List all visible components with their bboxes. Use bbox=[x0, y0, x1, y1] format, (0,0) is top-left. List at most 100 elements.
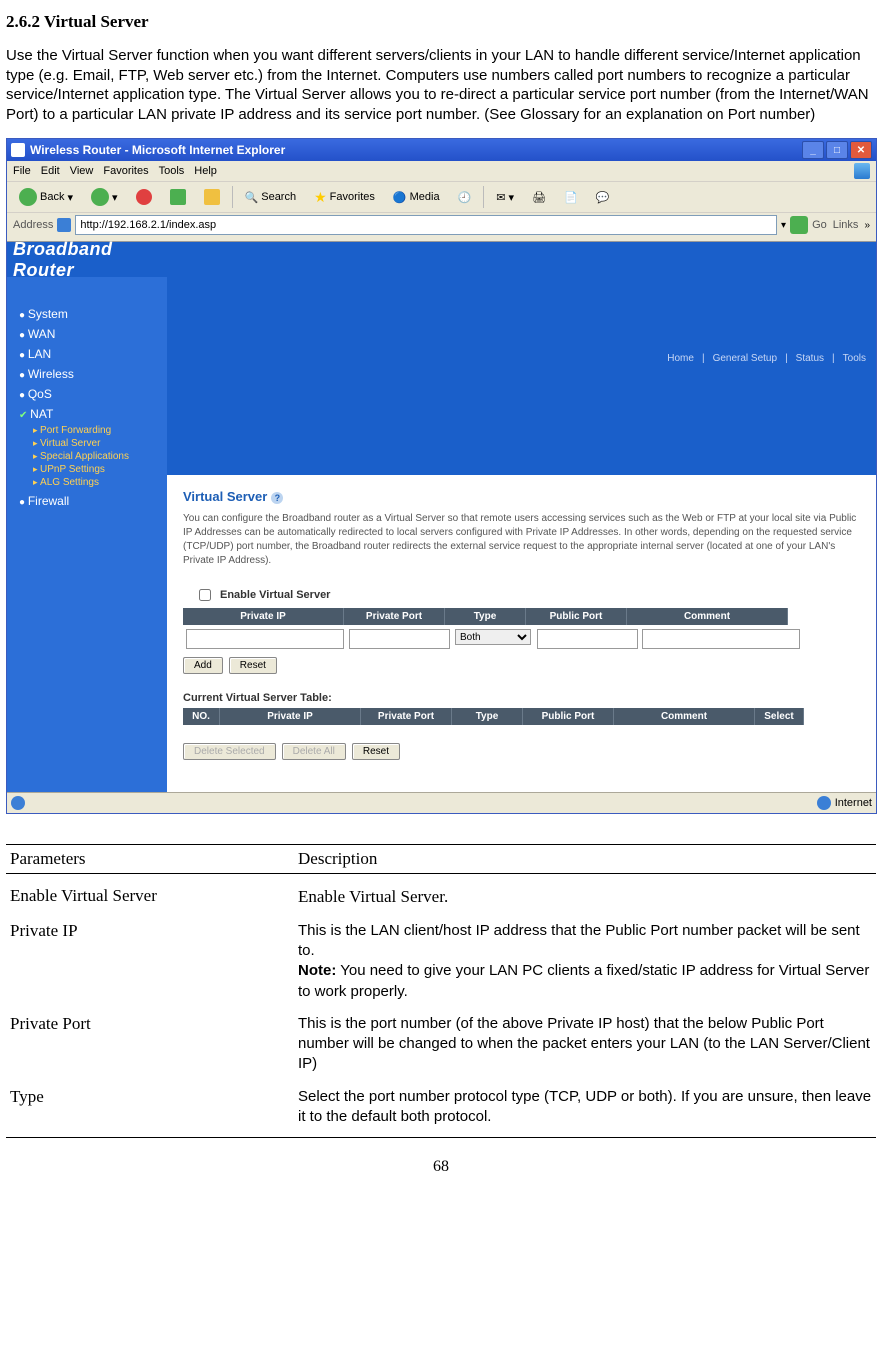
toplink-general-setup[interactable]: General Setup bbox=[713, 353, 778, 364]
ie-small-icon bbox=[11, 796, 25, 810]
hdr2-type: Type bbox=[452, 708, 523, 725]
hdr2-no: NO. bbox=[183, 708, 220, 725]
hdr2-public-port: Public Port bbox=[523, 708, 614, 725]
enable-virtual-server-checkbox[interactable] bbox=[199, 589, 211, 601]
refresh-button[interactable] bbox=[164, 187, 192, 207]
page-number: 68 bbox=[6, 1158, 876, 1176]
page-heading: Virtual Server? bbox=[183, 489, 860, 504]
menu-tools[interactable]: Tools bbox=[159, 165, 185, 177]
private-ip-input[interactable] bbox=[186, 629, 344, 649]
internet-zone-icon bbox=[817, 796, 831, 810]
menu-edit[interactable]: Edit bbox=[41, 165, 60, 177]
hdr-type: Type bbox=[445, 608, 526, 625]
desc-private-ip: This is the LAN client/host IP address t… bbox=[294, 915, 876, 1008]
hdr-public-port: Public Port bbox=[526, 608, 627, 625]
subitem-upnp-settings[interactable]: UPnP Settings bbox=[33, 464, 167, 475]
favorites-button[interactable]: ★Favorites bbox=[308, 187, 381, 208]
maximize-button[interactable]: □ bbox=[826, 141, 848, 159]
hdr2-private-ip: Private IP bbox=[220, 708, 361, 725]
parameters-table: Parameters Description Enable Virtual Se… bbox=[6, 844, 876, 1138]
menu-view[interactable]: View bbox=[70, 165, 94, 177]
desc-private-port: This is the port number (of the above Pr… bbox=[294, 1008, 876, 1081]
params-header-parameters: Parameters bbox=[6, 845, 294, 874]
hdr2-comment: Comment bbox=[614, 708, 755, 725]
discuss-button[interactable]: 💬 bbox=[590, 189, 616, 206]
reset-button[interactable]: Reset bbox=[229, 657, 277, 674]
hdr-private-ip: Private IP bbox=[183, 608, 344, 625]
type-select[interactable]: Both bbox=[455, 629, 531, 645]
private-port-input[interactable] bbox=[349, 629, 450, 649]
comment-input[interactable] bbox=[642, 629, 800, 649]
param-enable-vs: Enable Virtual Server bbox=[6, 880, 294, 915]
enable-virtual-server-label: Enable Virtual Server bbox=[220, 589, 330, 601]
param-type: Type bbox=[6, 1081, 294, 1138]
menu-favorites[interactable]: Favorites bbox=[103, 165, 148, 177]
ie-icon bbox=[11, 143, 25, 157]
main-content: Virtual Server? You can configure the Br… bbox=[167, 475, 876, 792]
go-label: Go bbox=[812, 219, 827, 231]
edit-button[interactable]: 📄 bbox=[558, 189, 584, 206]
add-button[interactable]: Add bbox=[183, 657, 223, 674]
back-button[interactable]: Back ▾ bbox=[13, 186, 79, 208]
home-button[interactable] bbox=[198, 187, 226, 207]
menu-help[interactable]: Help bbox=[194, 165, 217, 177]
intro-paragraph: Use the Virtual Server function when you… bbox=[6, 46, 876, 124]
hdr2-private-port: Private Port bbox=[361, 708, 452, 725]
forward-button[interactable]: ▾ bbox=[85, 186, 124, 208]
history-button[interactable]: 🕘 bbox=[452, 189, 478, 206]
param-private-ip: Private IP bbox=[6, 915, 294, 1008]
toplink-status[interactable]: Status bbox=[796, 353, 824, 364]
subitem-virtual-server[interactable]: Virtual Server bbox=[33, 438, 167, 449]
address-input[interactable] bbox=[75, 215, 777, 235]
top-links: Home | General Setup | Status | Tools bbox=[167, 242, 876, 475]
hdr-private-port: Private Port bbox=[344, 608, 445, 625]
window-title: Wireless Router - Microsoft Internet Exp… bbox=[30, 143, 285, 157]
hdr-comment: Comment bbox=[627, 608, 788, 625]
current-table-title: Current Virtual Server Table: bbox=[183, 692, 860, 704]
section-title: 2.6.2 Virtual Server bbox=[6, 12, 876, 32]
menubar: File Edit View Favorites Tools Help bbox=[7, 161, 876, 182]
address-label: Address bbox=[13, 219, 53, 231]
minimize-button[interactable]: _ bbox=[802, 141, 824, 159]
titlebar: Wireless Router - Microsoft Internet Exp… bbox=[7, 139, 876, 161]
sidebar-item-system[interactable]: System bbox=[19, 307, 167, 321]
go-button[interactable] bbox=[790, 216, 808, 234]
desc-enable-vs: Enable Virtual Server. bbox=[294, 880, 876, 915]
toplink-tools[interactable]: Tools bbox=[843, 353, 866, 364]
brand-title: Broadband Router bbox=[7, 242, 167, 277]
sidebar-item-wan[interactable]: WAN bbox=[19, 327, 167, 341]
sidebar-item-wireless[interactable]: Wireless bbox=[19, 367, 167, 381]
browser-window: Wireless Router - Microsoft Internet Exp… bbox=[6, 138, 877, 814]
sidebar-item-qos[interactable]: QoS bbox=[19, 387, 167, 401]
stop-button[interactable] bbox=[130, 187, 158, 207]
subitem-special-applications[interactable]: Special Applications bbox=[33, 451, 167, 462]
close-button[interactable]: ✕ bbox=[850, 141, 872, 159]
subitem-alg-settings[interactable]: ALG Settings bbox=[33, 477, 167, 488]
links-label[interactable]: Links bbox=[831, 219, 861, 231]
status-bar: Internet bbox=[7, 792, 876, 813]
subitem-port-forwarding[interactable]: Port Forwarding bbox=[33, 425, 167, 436]
media-button[interactable]: 🔵 Media bbox=[387, 189, 446, 206]
sidebar-item-nat[interactable]: NAT Port Forwarding Virtual Server Speci… bbox=[19, 407, 167, 488]
public-port-input[interactable] bbox=[537, 629, 638, 649]
param-private-port: Private Port bbox=[6, 1008, 294, 1081]
delete-all-button[interactable]: Delete All bbox=[282, 743, 346, 760]
menu-file[interactable]: File bbox=[13, 165, 31, 177]
toplink-home[interactable]: Home bbox=[667, 353, 694, 364]
delete-selected-button[interactable]: Delete Selected bbox=[183, 743, 276, 760]
toolbar: Back ▾ ▾ 🔍 Search ★Favorites 🔵 Media 🕘 ✉… bbox=[7, 182, 876, 213]
mail-button[interactable]: ✉ ▾ bbox=[490, 189, 520, 206]
page-description: You can configure the Broadband router a… bbox=[183, 512, 860, 568]
search-button[interactable]: 🔍 Search bbox=[239, 189, 303, 206]
hdr2-select: Select bbox=[755, 708, 804, 725]
params-header-description: Description bbox=[294, 845, 876, 874]
page-icon bbox=[57, 218, 71, 232]
sidebar-item-firewall[interactable]: Firewall bbox=[19, 494, 167, 508]
reset2-button[interactable]: Reset bbox=[352, 743, 400, 760]
help-icon[interactable]: ? bbox=[271, 492, 283, 504]
windows-flag-icon bbox=[854, 163, 870, 179]
print-button[interactable]: 🖨 bbox=[526, 189, 552, 206]
sidebar-item-lan[interactable]: LAN bbox=[19, 347, 167, 361]
status-text: Internet bbox=[835, 797, 872, 809]
sidebar: Broadband Router System WAN LAN Wireless… bbox=[7, 242, 167, 792]
